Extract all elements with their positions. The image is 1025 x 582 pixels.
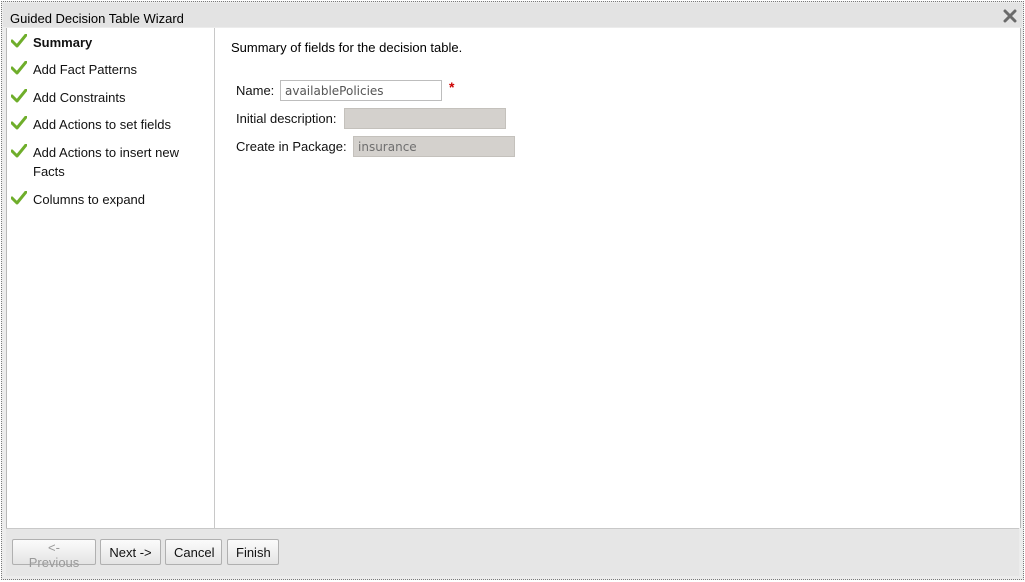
step-label: Add Fact Patterns	[33, 62, 138, 77]
wizard-dialog: Guided Decision Table Wizard Summary Add…	[1, 1, 1024, 580]
finish-button[interactable]: Finish	[227, 539, 279, 565]
checkmark-icon	[10, 143, 28, 158]
step-add-actions-set-fields[interactable]: Add Actions to set fields	[10, 115, 211, 134]
step-label: Add Actions to set fields	[33, 117, 172, 132]
step-label: Summary	[33, 35, 93, 50]
steps-sidebar: Summary Add Fact Patterns Add Constraint…	[7, 28, 215, 528]
cancel-button[interactable]: Cancel	[165, 539, 222, 565]
description-input[interactable]	[344, 108, 506, 129]
dialog-titlebar[interactable]: Guided Decision Table Wizard	[3, 3, 1022, 27]
package-input[interactable]	[353, 136, 515, 157]
checkmark-icon	[10, 88, 28, 103]
name-input[interactable]	[280, 80, 442, 101]
next-button[interactable]: Next ->	[100, 539, 161, 565]
checkmark-icon	[10, 33, 28, 48]
step-label: Add Actions to insert new Facts	[33, 145, 179, 179]
wizard-content: Summary Add Fact Patterns Add Constraint…	[6, 28, 1021, 528]
required-marker: *	[449, 79, 455, 95]
summary-description: Summary of fields for the decision table…	[231, 40, 463, 55]
step-label: Columns to expand	[33, 192, 146, 207]
checkmark-icon	[10, 115, 28, 130]
step-summary[interactable]: Summary	[10, 33, 211, 52]
dialog-title: Guided Decision Table Wizard	[10, 11, 184, 26]
package-label: Create in Package:	[236, 139, 347, 154]
step-columns-to-expand[interactable]: Columns to expand	[10, 190, 211, 209]
close-icon[interactable]	[1003, 9, 1017, 23]
step-add-actions-insert-facts[interactable]: Add Actions to insert new Facts	[10, 143, 191, 181]
name-label: Name:	[236, 83, 275, 98]
step-add-constraints[interactable]: Add Constraints	[10, 88, 211, 107]
description-label: Initial description:	[236, 111, 337, 126]
previous-button[interactable]: <- Previous	[12, 539, 96, 570]
wizard-footer: <- Previous Next -> Cancel Finish	[6, 528, 1019, 576]
checkmark-icon	[10, 190, 28, 205]
step-label: Add Constraints	[33, 90, 126, 105]
summary-panel: Summary of fields for the decision table…	[215, 28, 1020, 528]
step-add-fact-patterns[interactable]: Add Fact Patterns	[10, 60, 211, 79]
checkmark-icon	[10, 60, 28, 75]
